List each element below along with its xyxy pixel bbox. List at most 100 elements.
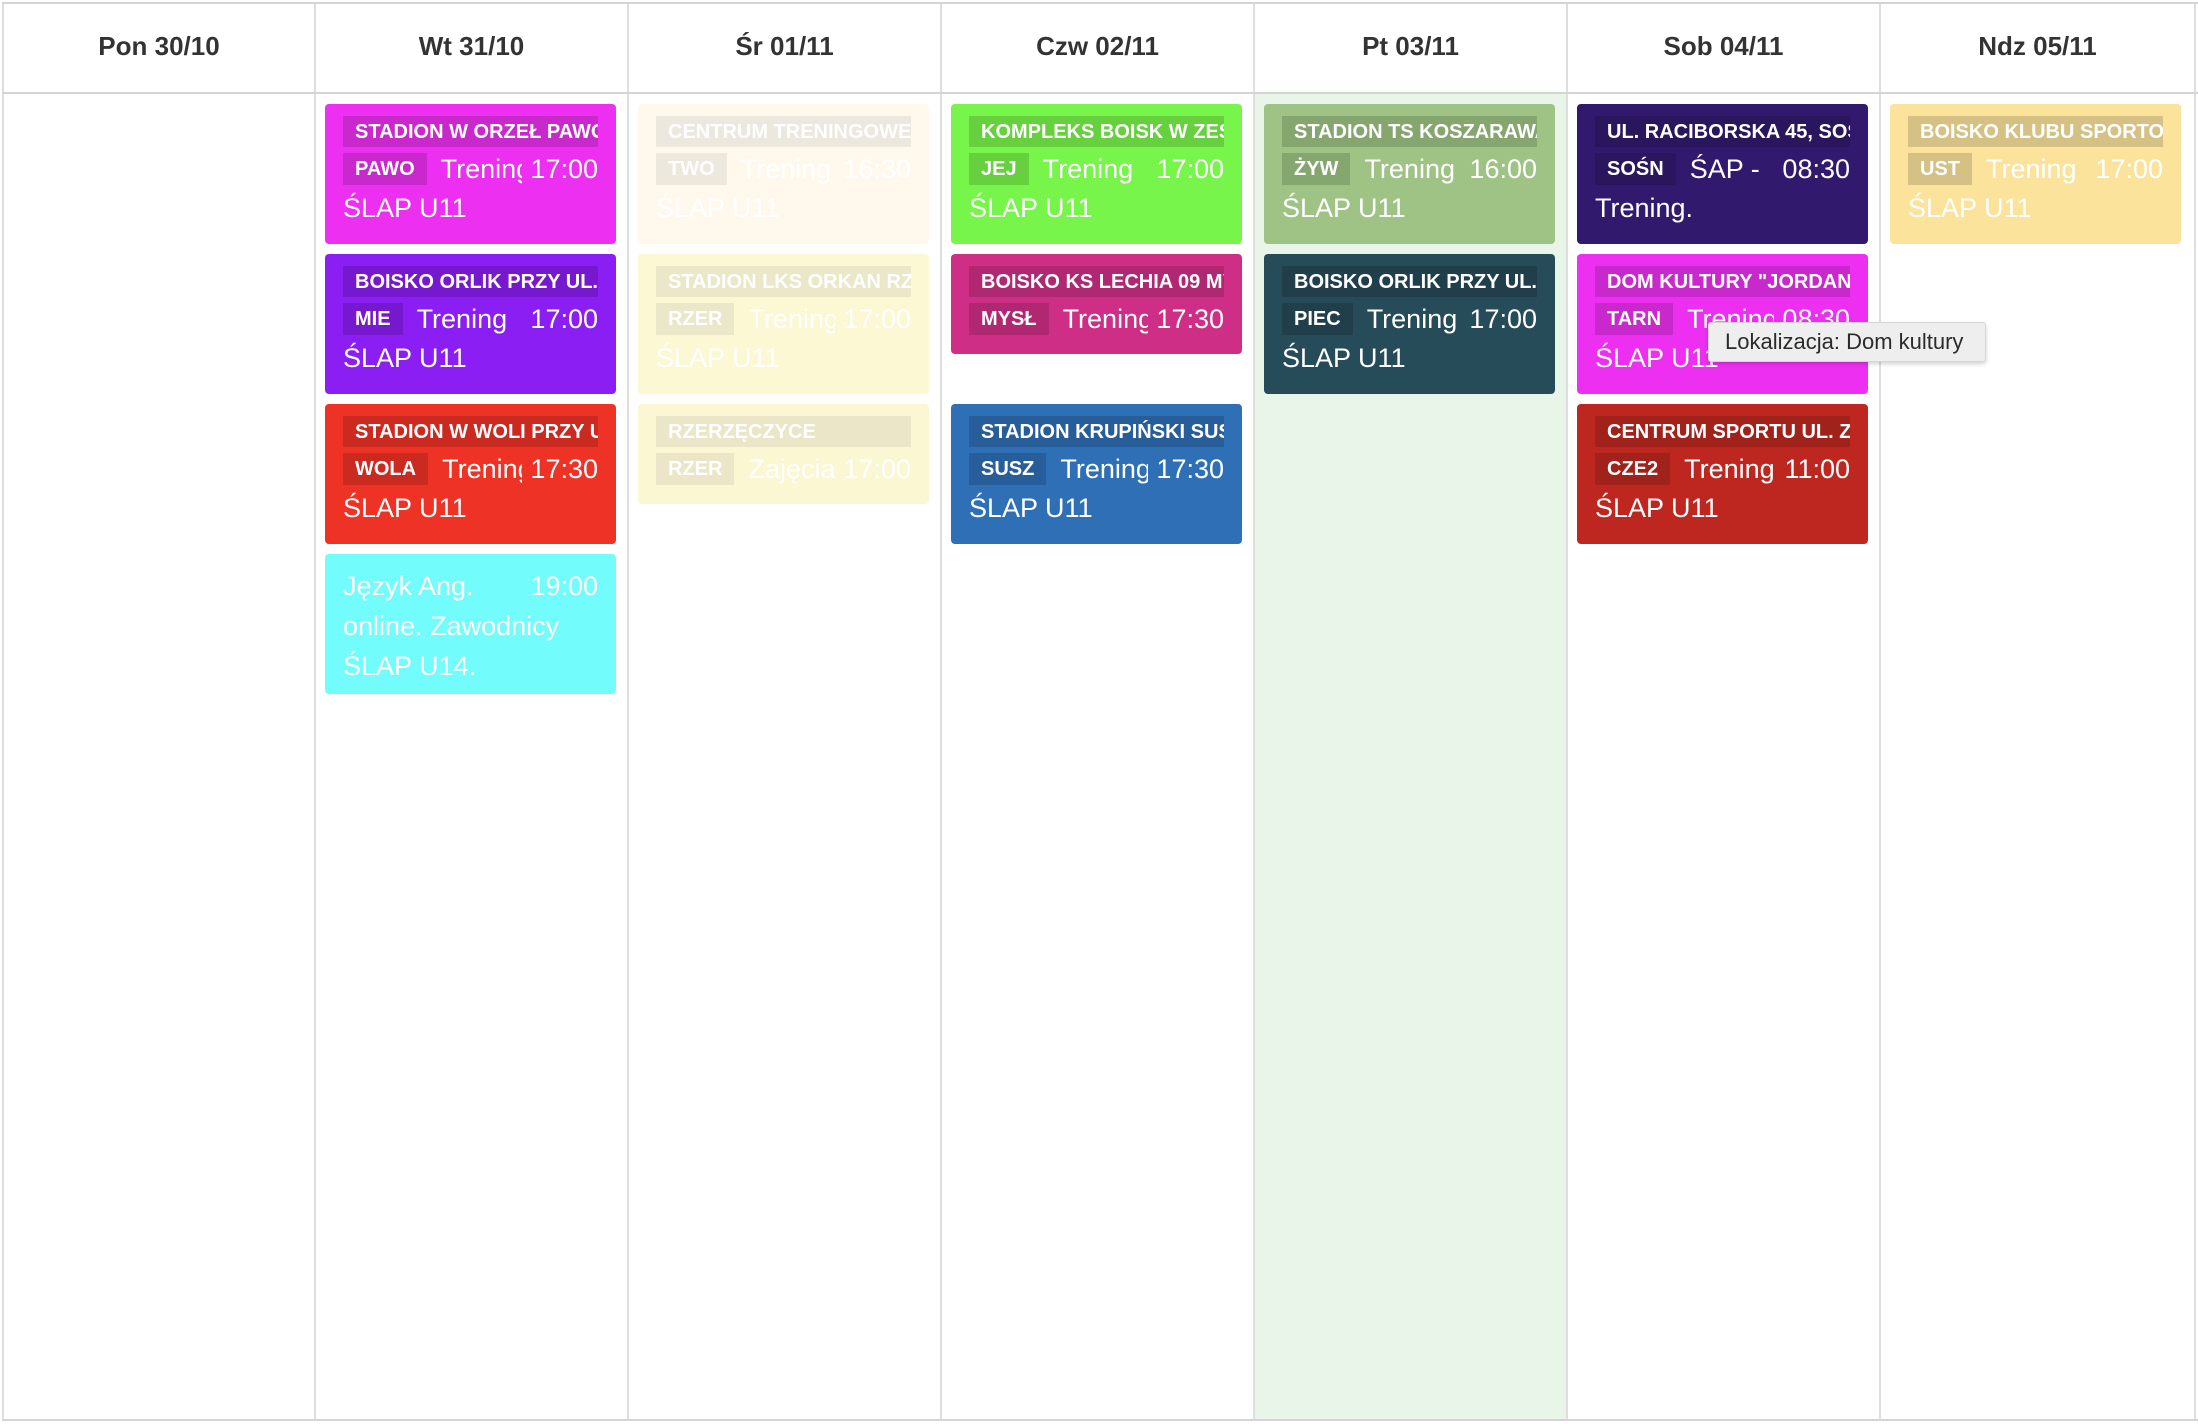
event-title: Trening: [1364, 153, 1455, 184]
event-location: STADION LKS ORKAN RZEŃSZCZYCE: [656, 266, 911, 297]
event-time: 11:00: [1784, 453, 1850, 484]
event-card[interactable]: STADION LKS ORKAN RZEŃSZCZYCE RZER Trening…: [638, 254, 929, 394]
event-time: 08:30: [1782, 153, 1850, 184]
event-main-row: PIEC Trening 17:00: [1282, 299, 1537, 339]
event-location-code: PAWO: [343, 153, 427, 185]
event-card[interactable]: STADION KRUPIŃSKI SUSZEC SUSZ Trening17:30…: [951, 404, 1242, 544]
event-location: BOISKO KS LECHIA 09 MYSŁOWICE: [969, 266, 1224, 297]
event-card[interactable]: RZERZĘCZYCE RZER Zajęcia 17:00: [638, 404, 929, 504]
event-time: 17:00: [2095, 153, 2163, 184]
event-main-row: WOLA Trening 17:30: [343, 449, 598, 489]
event-card[interactable]: BOISKO KS LECHIA 09 MYSŁOWICE MYSŁ Trening…: [951, 254, 1242, 354]
event-team: ŚLAP U11: [969, 193, 1093, 223]
event-team: ŚLAP U11: [1282, 193, 1406, 223]
event-main-row: MIE Trening 17:00: [343, 299, 598, 339]
event-location-code: SUSZ: [969, 453, 1047, 485]
event-location: BOISKO KLUBU SPORTOWEGO: [1908, 116, 2163, 147]
event-location: BOISKO ORLIK PRZY UL. JORDANA: [1282, 266, 1537, 297]
event-location: STADION W ORZEŁ PAWONKÓW: [343, 116, 598, 147]
event-title: Trening: [416, 303, 508, 334]
event-main-row: ŻYW Trening 16:00: [1282, 149, 1537, 189]
grid-vline: [1253, 3, 1255, 1421]
event-location: DOM KULTURY "JORDAN", TARNÓW: [1595, 266, 1850, 297]
event-card[interactable]: BOISKO ORLIK PRZY UL. SIEMIANOWICKIEJMIE…: [325, 254, 616, 394]
event-location: CENTRUM TRENINGOWE MIASTA: [656, 116, 911, 147]
event-location-code: RZER: [656, 303, 735, 335]
day-header[interactable]: Sob 04/11: [1567, 3, 1880, 90]
event-main-row: JEJ Trening 17:00: [969, 149, 1224, 189]
event-time: 17:00: [843, 303, 911, 334]
event-location: UL. RACIBORSKA 45, SOŚNICOWICE: [1595, 116, 1850, 147]
event-location-code: MIE: [343, 303, 403, 335]
day-header[interactable]: Ndz 05/11: [1880, 3, 2195, 90]
event-card[interactable]: STADION TS KOSZARAWA ŻYWIEC ŻYW Trening 16:…: [1264, 104, 1555, 244]
event-time: 17:30: [1156, 303, 1224, 334]
event-team: ŚLAP U11: [1595, 493, 1719, 523]
event-location: STADION TS KOSZARAWA ŻYWIEC: [1282, 116, 1537, 147]
event-title: Trening: [1366, 303, 1458, 334]
event-team: ŚLAP U11: [969, 493, 1093, 523]
event-title: Trening: [1986, 153, 2077, 184]
event-main-row: TWO Trening 16:30: [656, 149, 911, 189]
grid-vline: [2194, 3, 2196, 1421]
event-title: Trening: [442, 453, 522, 484]
event-main-row: RZER Zajęcia 17:00: [656, 449, 911, 489]
event-location: RZERZĘCZYCE: [656, 416, 911, 447]
event-location-code: UST: [1908, 153, 1972, 185]
event-card[interactable]: UL. RACIBORSKA 45, SOŚNICOWICE SOŚN ŚAP - 0…: [1577, 104, 1868, 244]
location-tooltip: Lokalizacja: Dom kultury: [1708, 322, 1987, 362]
tooltip-text: Lokalizacja: Dom kultury: [1725, 329, 1964, 354]
event-note-line: ŚLAP U14.: [343, 651, 477, 681]
event-card[interactable]: Język Ang. 19:00 online. Zawodnicy ŚLAP U14…: [325, 554, 616, 694]
event-location: STADION W WOLI PRZY UL.: [343, 416, 598, 447]
event-main-row: PAWO Trening 17:00: [343, 149, 598, 189]
event-location-code: TARN: [1595, 303, 1674, 335]
grid-vline: [314, 3, 316, 1421]
event-location-code: ŻYW: [1282, 153, 1351, 185]
grid-vline: [2, 3, 4, 1421]
day-header[interactable]: Pon 30/10: [3, 3, 315, 90]
event-team: ŚLAP U11: [656, 343, 780, 373]
event-location: STADION KRUPIŃSKI SUSZEC: [969, 416, 1224, 447]
event-time: 17:30: [530, 453, 598, 484]
event-time: 17:00: [1156, 153, 1224, 184]
grid-vline: [940, 3, 942, 1421]
event-title: Zajęcia: [748, 453, 836, 484]
event-card[interactable]: BOISKO ORLIK PRZY UL. JORDANA PIEC Trening…: [1264, 254, 1555, 394]
event-title: ŚAP -: [1689, 153, 1760, 184]
event-main-row: RZER Trening 17:00: [656, 299, 911, 339]
event-team: ŚLAP U11: [1282, 343, 1406, 373]
event-main-row: SUSZ Trening 17:30: [969, 449, 1224, 489]
grid-vline: [627, 3, 629, 1421]
event-card[interactable]: CENTRUM SPORTU UL. ZIELONA CZE2 Trening 11:…: [1577, 404, 1868, 544]
day-header[interactable]: Wt 31/10: [315, 3, 628, 90]
event-title: Trening: [440, 153, 523, 184]
event-time: 16:00: [1469, 153, 1537, 184]
event-card[interactable]: STADION W WOLI PRZY UL. WOLA Trening 17:30 Ś…: [325, 404, 616, 544]
event-team: ŚLAP U11: [1908, 193, 2032, 223]
event-card[interactable]: BOISKO KLUBU SPORTOWEGO UST Trening 17:00 ŚL…: [1890, 104, 2181, 244]
event-card[interactable]: STADION W ORZEŁ PAWONKÓW PAWO Trening17:00…: [325, 104, 616, 244]
grid-hline: [2, 92, 2198, 94]
event-time: 17:00: [530, 153, 598, 184]
event-title: Trening: [1042, 153, 1134, 184]
event-team: ŚLAP U11: [656, 193, 780, 223]
event-time: 17:00: [530, 303, 598, 334]
event-time: 17:30: [1156, 453, 1224, 484]
event-location-code: SOŚN: [1595, 153, 1676, 185]
day-header[interactable]: Czw 02/11: [941, 3, 1254, 90]
event-time: 17:00: [843, 453, 911, 484]
event-note-line: online. Zawodnicy: [343, 611, 560, 641]
event-main-row: CZE2 Trening 11:00: [1595, 449, 1850, 489]
event-card[interactable]: KOMPLEKS BOISK W ZESPOLE SZKÓŁ JEJ Trening…: [951, 104, 1242, 244]
day-header[interactable]: Śr 01/11: [628, 3, 941, 90]
week-calendar: Pon 30/10Wt 31/10 STADION W ORZEŁ PAWONKÓ…: [0, 0, 2198, 1424]
event-location: CENTRUM SPORTU UL. ZIELONA: [1595, 416, 1850, 447]
event-title: Język Ang.: [343, 571, 474, 601]
event-location: KOMPLEKS BOISK W ZESPOLE SZKÓŁ: [969, 116, 1224, 147]
event-note-row: Język Ang. 19:00: [343, 566, 598, 606]
event-time: 17:00: [1469, 303, 1537, 334]
event-title: Trening: [1060, 453, 1149, 484]
event-card[interactable]: CENTRUM TRENINGOWE MIASTA TWO Trening 16:30…: [638, 104, 929, 244]
day-header[interactable]: Pt 03/11: [1254, 3, 1567, 90]
